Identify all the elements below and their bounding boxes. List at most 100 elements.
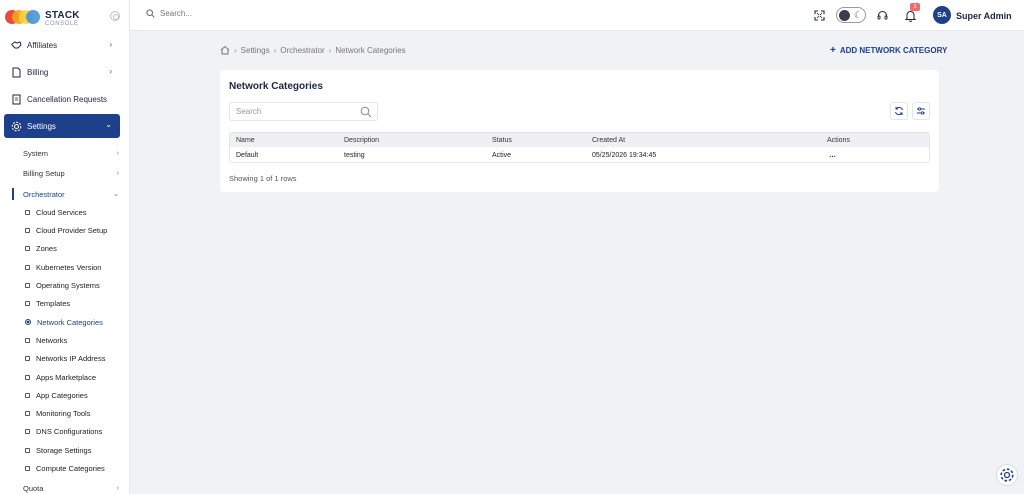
sidebar-leaf-cloud-services[interactable]: Cloud Services [25,205,125,219]
bullet-icon [25,374,30,380]
column-header-description[interactable]: Description [344,133,379,147]
search-icon[interactable] [360,106,372,118]
sidebar-leaf-label: Monitoring Tools [36,408,91,418]
sidebar-collapse-button[interactable] [110,11,120,21]
sidebar: STACK CONSOLE Affiliates › Billing › Can… [0,0,130,494]
add-network-category-button[interactable]: + ADD NETWORK CATEGORY [830,45,947,56]
sidebar-item-label: Billing [27,67,49,77]
sidebar-leaf-zones[interactable]: Zones [25,241,125,255]
sidebar-item-label: Settings [27,121,56,131]
sidebar-leaf-label: Zones [36,243,57,253]
column-settings-button[interactable] [912,102,930,120]
sidebar-leaf-templates[interactable]: Templates [25,296,125,310]
table-row[interactable]: Default testing Active 05/25/2026 19:34:… [230,147,929,162]
breadcrumb-separator-icon: › [328,45,332,55]
sidebar-leaf-label: Kubernetes Version [36,262,102,272]
chevron-right-icon: › [109,67,112,76]
bullet-icon [25,209,30,215]
moon-icon: ☾ [854,10,863,20]
network-categories-card: Network Categories Name Description Stat… [220,70,939,192]
table-search-input[interactable] [236,107,346,116]
chevron-right-icon: › [109,40,112,49]
avatar[interactable]: SA [933,6,951,24]
add-network-category-label: ADD NETWORK CATEGORY [839,46,948,55]
bullet-icon [25,300,30,306]
logo-title: STACK [45,10,80,21]
sidebar-subitem-billing-setup[interactable]: Billing Setup › [23,166,123,180]
bullet-icon [25,392,30,398]
chevron-right-icon: › [116,484,119,492]
bullet-icon [25,465,30,471]
refresh-icon [895,106,903,116]
radio-selected-icon [25,319,31,325]
sidebar-subitem-system[interactable]: System › [23,146,123,160]
sidebar-leaf-label: DNS Configurations [36,426,103,436]
column-header-status[interactable]: Status [492,133,512,147]
sidebar-leaf-networks[interactable]: Networks [25,333,125,347]
sidebar-subitem-quota[interactable]: Quota › [23,481,123,494]
sidebar-leaf-monitoring-tools[interactable]: Monitoring Tools [25,406,125,420]
sidebar-leaf-label: App Categories [36,390,88,400]
sidebar-leaf-dns-configurations[interactable]: DNS Configurations [25,424,125,438]
sidebar-leaf-operating-systems[interactable]: Operating Systems [25,278,125,292]
sidebar-leaf-kubernetes-version[interactable]: Kubernetes Version [25,260,125,274]
fullscreen-icon[interactable] [813,9,826,22]
sidebar-item-settings[interactable]: Settings ⌄ [4,114,120,138]
global-search-placeholder: Search... [160,9,193,18]
sidebar-leaf-cloud-provider-setup[interactable]: Cloud Provider Setup [25,223,125,237]
topbar: Search... ☾ 3 SA Super Admin [130,0,1024,31]
sidebar-leaf-app-categories[interactable]: App Categories [25,388,125,402]
sidebar-item-cancellation-requests[interactable]: Cancellation Requests [4,88,120,110]
global-search[interactable]: Search... [146,9,192,18]
sidebar-leaf-label: Operating Systems [36,280,100,290]
user-name[interactable]: Super Admin [956,11,1012,21]
cell-created-at: 05/25/2026 19:34:45 [592,151,657,159]
sidebar-leaf-label: Cloud Services [36,207,87,217]
headset-icon[interactable] [876,9,889,22]
sun-icon [839,10,850,21]
table-search [229,102,378,121]
breadcrumb: › Settings › Orchestrator › Network Cate… [220,45,406,55]
sidebar-leaf-label: Templates [36,298,71,308]
column-header-actions: Actions [827,136,850,144]
floating-settings-button[interactable] [996,464,1018,486]
theme-toggle[interactable]: ☾ [836,7,866,23]
sidebar-item-affiliates[interactable]: Affiliates › [4,34,120,56]
sidebar-leaf-networks-ip-address[interactable]: Networks IP Address [25,351,125,365]
breadcrumb-item-current: Network Categories [335,45,406,55]
sidebar-subitem-orchestrator[interactable]: Orchestrator ⌄ [23,187,123,201]
plus-icon: + [830,45,836,56]
bullet-icon [25,337,30,343]
network-categories-table: Name Description Status Created At Actio… [229,132,930,163]
cell-status: Active [492,151,512,159]
sidebar-leaf-label: Networks IP Address [36,353,106,363]
home-icon[interactable] [220,45,230,55]
logo-mark-icon [5,10,40,24]
breadcrumb-separator-icon: › [234,45,237,55]
logo[interactable]: STACK CONSOLE [5,6,125,28]
breadcrumb-separator-icon: › [273,45,277,55]
document-icon [10,66,22,78]
sidebar-leaf-label: Storage Settings [36,445,92,455]
card-title: Network Categories [229,81,323,92]
column-header-name[interactable]: Name [236,133,255,147]
sidebar-leaf-compute-categories[interactable]: Compute Categories [25,461,125,475]
bullet-icon [25,227,30,233]
sidebar-leaf-storage-settings[interactable]: Storage Settings [25,443,125,457]
chevron-down-icon: ⌄ [105,120,112,129]
sidebar-item-billing[interactable]: Billing › [4,61,120,83]
handshake-icon [10,39,22,51]
sidebar-leaf-apps-marketplace[interactable]: Apps Marketplace [25,370,125,384]
sidebar-leaf-network-categories[interactable]: Network Categories [25,315,125,329]
breadcrumb-item-orchestrator[interactable]: Orchestrator [280,46,324,55]
sliders-icon [917,107,925,115]
row-count-text: Showing 1 of 1 rows [229,174,297,183]
breadcrumb-item-settings[interactable]: Settings [241,46,270,55]
column-header-created-at[interactable]: Created At [592,133,625,147]
sidebar-subitem-label: Quota [23,483,44,493]
clipboard-icon [10,93,22,105]
logo-subtitle: CONSOLE [45,21,79,27]
refresh-button[interactable] [890,102,908,120]
row-actions-menu-icon[interactable]: … [829,147,836,162]
bullet-icon [25,264,30,270]
